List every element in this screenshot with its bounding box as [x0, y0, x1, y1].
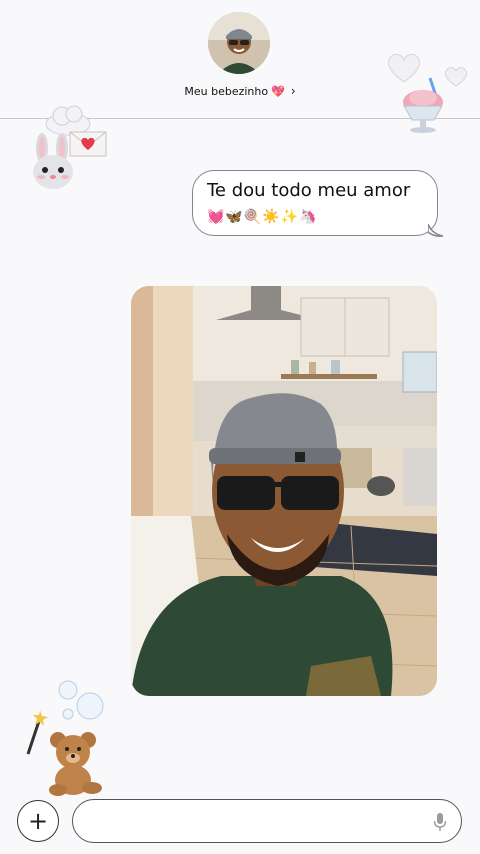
bubbles-icon — [58, 680, 104, 720]
bunny-sticker-icon — [33, 133, 73, 189]
message-text: Te dou todo meu amor — [207, 180, 411, 201]
photo-message[interactable] — [131, 286, 437, 696]
plus-icon: + — [27, 807, 49, 835]
message-input[interactable] — [72, 799, 462, 843]
mic-icon[interactable] — [433, 812, 447, 832]
shaved-ice-icon — [403, 77, 443, 133]
message-bubble[interactable]: Te dou todo meu amor 💓🦋🍭☀️✨🦄 — [192, 170, 438, 236]
chevron-right-icon: › — [290, 84, 296, 98]
teddy-bear-icon — [49, 732, 102, 796]
heart-emoji-icon: 💖 — [271, 85, 285, 98]
bubble-tail — [428, 224, 444, 237]
message-emojis: 💓🦋🍭☀️✨🦄 — [207, 209, 318, 225]
add-attachment-button[interactable]: + — [17, 800, 59, 842]
contact-name: Meu bebezinho — [184, 85, 269, 98]
contact-avatar[interactable] — [208, 12, 270, 74]
